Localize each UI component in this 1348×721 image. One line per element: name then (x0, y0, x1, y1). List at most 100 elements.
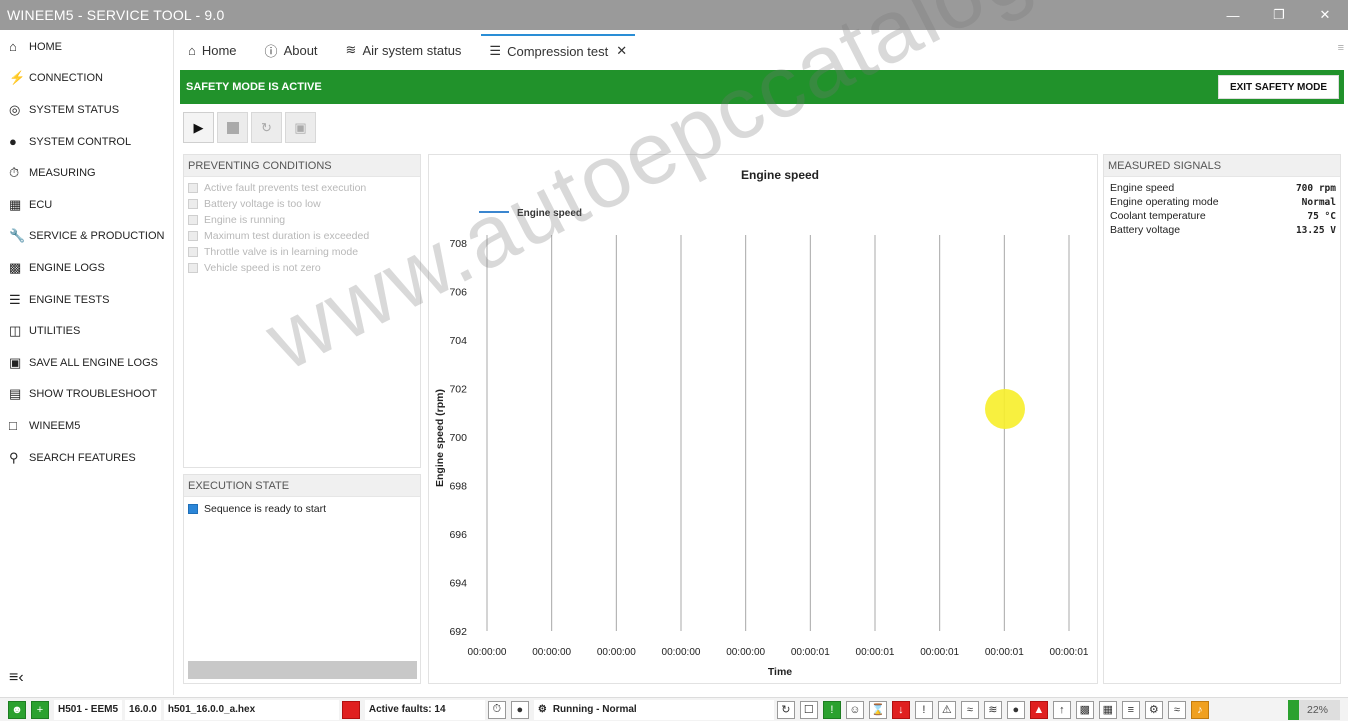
arrow-down-status-icon: ↓ (891, 700, 910, 719)
tab-compression-test[interactable]: ☰ Compression test ✕ (481, 34, 636, 66)
tab-overflow-icon[interactable]: ≡ (1338, 42, 1344, 54)
execution-state-title: EXECUTION STATE (184, 475, 420, 497)
tab-label: Air system status (362, 42, 462, 58)
tab-about[interactable]: ⓘ About (257, 34, 326, 66)
sidebar-item-utilities[interactable]: ◫ UTILITIES (0, 315, 173, 347)
condition-item: Maximum test duration is exceeded (184, 228, 420, 244)
x-tick-label: 00:00:00 (468, 647, 507, 658)
sidebar-item-system-control[interactable]: ● SYSTEM CONTROL (0, 126, 173, 158)
collapse-sidebar-icon[interactable]: ≡‹ (9, 669, 24, 687)
save-icon: ▣ (9, 354, 22, 370)
stop-icon (226, 121, 239, 134)
y-tick-label: 694 (449, 578, 467, 590)
home-icon: ⌂ (9, 39, 17, 55)
sidebar-item-wineem5[interactable]: □ WINEEM5 (0, 410, 173, 442)
window-icon: □ (9, 418, 17, 434)
state-indicator (188, 504, 198, 514)
warning-green-icon: ! (822, 700, 841, 719)
sidebar-item-measuring[interactable]: ⏱ MEASURING (0, 157, 173, 189)
lock-status-icon: ☐ (799, 700, 818, 719)
progress-label: 22% (1307, 704, 1329, 716)
sidebar-item-search-features[interactable]: ⚲ SEARCH FEATURES (0, 442, 173, 474)
x-tick-label: 00:00:00 (597, 647, 636, 658)
measured-signals-title: MEASURED SIGNALS (1104, 155, 1340, 177)
sidebar-item-label: ENGINE TESTS (29, 293, 110, 306)
checklist-icon: ☰ (9, 291, 21, 307)
tab-label: Home (201, 42, 237, 58)
execution-state-row: Sequence is ready to start (184, 499, 420, 519)
sidebar-item-label: SYSTEM STATUS (29, 103, 120, 116)
home-icon: ⌂ (188, 42, 196, 58)
add-icon[interactable]: + (31, 700, 49, 719)
tab-bar: ⌂ Home ⓘ About ≋ Air system status ☰ Compres… (180, 34, 1348, 66)
gauge-status-icon: ↻ (776, 700, 795, 719)
x-tick-label: 00:00:00 (532, 647, 571, 658)
save-button[interactable]: ▣ (285, 112, 316, 143)
heater-icon: ≈ (1167, 700, 1186, 719)
close-tab-icon[interactable]: ✕ (616, 43, 627, 59)
play-button[interactable]: ▶ (183, 112, 214, 143)
toggle-icon: ● (9, 134, 17, 150)
close-window-button[interactable]: ✕ (1302, 0, 1348, 30)
condition-item: Active fault prevents test execution (184, 180, 420, 196)
tab-home[interactable]: ⌂ Home (180, 34, 245, 66)
tab-label: About (283, 42, 318, 58)
x-tick-label: 00:00:01 (856, 647, 895, 658)
condition-checkbox (188, 199, 198, 209)
timer-icon[interactable]: ⏱ (487, 700, 506, 719)
sidebar-item-ecu[interactable]: ▦ ECU (0, 189, 173, 221)
signal-value: 700 rpm (1295, 182, 1336, 194)
sidebar-item-engine-logs[interactable]: ▩ ENGINE LOGS (0, 252, 173, 284)
temperature-icon: ↑ (1052, 700, 1071, 719)
coolant-level-icon: ≋ (983, 700, 1002, 719)
alert-circle-icon: ! (914, 700, 933, 719)
condition-item: Throttle valve is in learning mode (184, 244, 420, 260)
x-axis-label: Time (768, 666, 792, 678)
engine-state-text: Running - Normal (552, 704, 637, 715)
condition-label: Engine is running (204, 214, 286, 226)
signal-row: Coolant temperature 75 °C (1104, 209, 1340, 223)
sidebar-item-system-status[interactable]: ◎ SYSTEM STATUS (0, 94, 173, 126)
minimize-button[interactable]: — (1210, 0, 1256, 30)
exit-safety-mode-button[interactable]: EXIT SAFETY MODE (1217, 75, 1339, 99)
sidebar-item-label: ENGINE LOGS (29, 261, 105, 274)
x-tick-label: 00:00:01 (985, 647, 1024, 658)
sidebar-item-show-troubleshoot[interactable]: ▤ SHOW TROUBLESHOOT (0, 379, 173, 411)
execution-state-panel: EXECUTION STATE Sequence is ready to sta… (183, 474, 421, 684)
sidebar-item-label: CONNECTION (29, 72, 103, 85)
sidebar-item-label: SAVE ALL ENGINE LOGS (29, 356, 158, 369)
restore-button[interactable]: ❐ (1256, 0, 1302, 30)
triangle-warning-icon: ⚠ (937, 700, 956, 719)
search-icon: ⚲ (9, 449, 19, 465)
status-bar: ☻ + H501 - EEM5 16.0.0 h501_16.0.0_a.hex… (0, 697, 1348, 721)
file-label: h501_16.0.0_a.hex (163, 699, 339, 720)
signal-value: 13.25 V (1295, 224, 1336, 236)
execution-state-label: Sequence is ready to start (204, 503, 326, 515)
tab-label: Compression test (507, 43, 609, 59)
cursor-highlight (985, 389, 1025, 429)
sidebar-item-home[interactable]: ⌂ HOME (0, 31, 173, 63)
sidebar-item-service-production[interactable]: 🔧 SERVICE & PRODUCTION (0, 221, 173, 253)
chip-icon: ▦ (9, 196, 22, 212)
sidebar-item-engine-tests[interactable]: ☰ ENGINE TESTS (0, 284, 173, 316)
gauge-icon: ◎ (9, 101, 21, 117)
signal-name: Engine operating mode (1110, 196, 1219, 208)
sidebar-item-label: ECU (29, 198, 53, 211)
signal-row: Engine speed 700 rpm (1104, 181, 1340, 195)
reset-button[interactable]: ↻ (251, 112, 282, 143)
active-faults-label[interactable]: Active faults: 14 (364, 699, 485, 720)
signal-row: Engine operating mode Normal (1104, 195, 1340, 209)
title-bar: WINEEM5 - SERVICE TOOL - 9.0 — ❐ ✕ (0, 0, 1348, 30)
record-icon[interactable]: ● (510, 700, 529, 719)
sidebar-item-connection[interactable]: ⚡ CONNECTION (0, 63, 173, 95)
checklist-icon: ☰ (489, 43, 502, 58)
window-title: WINEEM5 - SERVICE TOOL - 9.0 (7, 7, 225, 23)
sidebar-item-label: SYSTEM CONTROL (29, 135, 132, 148)
sidebar-item-save-all-engine-logs[interactable]: ▣ SAVE ALL ENGINE LOGS (0, 347, 173, 379)
stop-button[interactable] (217, 112, 248, 143)
stopwatch-icon: ⏱ (9, 165, 20, 181)
book-icon: ▤ (9, 386, 22, 402)
user-icon[interactable]: ☻ (8, 700, 26, 719)
tab-air-system-status[interactable]: ≋ Air system status (338, 34, 470, 66)
toolbox-icon: ◫ (9, 323, 22, 339)
